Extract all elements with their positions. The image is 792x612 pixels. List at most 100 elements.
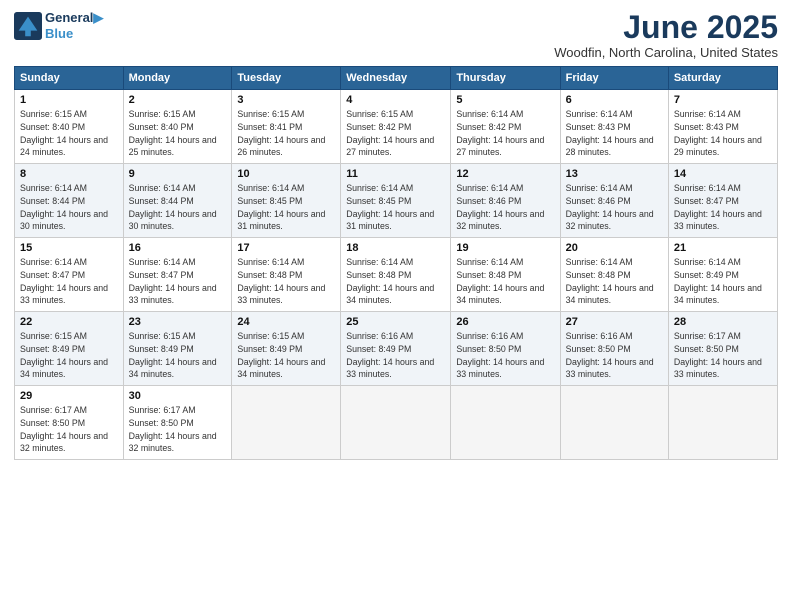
day-number: 13 [566, 168, 663, 180]
calendar-week-row: 22 Sunrise: 6:15 AMSunset: 8:49 PMDayligh… [15, 312, 778, 386]
calendar-cell: 14 Sunrise: 6:14 AMSunset: 8:47 PMDayligh… [668, 164, 777, 238]
calendar-cell: 6 Sunrise: 6:14 AMSunset: 8:43 PMDaylight… [560, 90, 668, 164]
logo-icon [14, 12, 42, 40]
col-header-thursday: Thursday [451, 67, 560, 90]
col-header-sunday: Sunday [15, 67, 124, 90]
calendar-cell: 28 Sunrise: 6:17 AMSunset: 8:50 PMDayligh… [668, 312, 777, 386]
day-detail: Sunrise: 6:14 AMSunset: 8:46 PMDaylight:… [456, 182, 554, 233]
day-detail: Sunrise: 6:14 AMSunset: 8:49 PMDaylight:… [674, 256, 772, 307]
day-number: 16 [129, 242, 227, 254]
day-number: 3 [237, 94, 335, 106]
calendar-cell: 12 Sunrise: 6:14 AMSunset: 8:46 PMDayligh… [451, 164, 560, 238]
month-title: June 2025 [554, 10, 778, 45]
day-number: 5 [456, 94, 554, 106]
day-detail: Sunrise: 6:14 AMSunset: 8:48 PMDaylight:… [566, 256, 663, 307]
calendar-cell: 17Sunrise: 6:14 AMSunset: 8:48 PMDayligh… [232, 238, 341, 312]
day-number: 28 [674, 316, 772, 328]
day-number: 6 [566, 94, 663, 106]
calendar-cell: 11 Sunrise: 6:14 AMSunset: 8:45 PMDayligh… [341, 164, 451, 238]
calendar-week-row: 15 Sunrise: 6:14 AMSunset: 8:47 PMDayligh… [15, 238, 778, 312]
logo: General▶ Blue [14, 10, 103, 41]
logo-text: General▶ Blue [45, 10, 103, 41]
calendar-cell: 30 Sunrise: 6:17 AMSunset: 8:50 PMDayligh… [123, 386, 232, 460]
day-detail: Sunrise: 6:14 AMSunset: 8:45 PMDaylight:… [237, 182, 335, 233]
day-detail: Sunrise: 6:14 AMSunset: 8:44 PMDaylight:… [20, 182, 118, 233]
day-number: 21 [674, 242, 772, 254]
calendar-cell [560, 386, 668, 460]
day-number: 12 [456, 168, 554, 180]
day-number: 19 [456, 242, 554, 254]
day-number: 2 [129, 94, 227, 106]
day-number: 8 [20, 168, 118, 180]
day-number: 11 [346, 168, 445, 180]
day-number: 25 [346, 316, 445, 328]
day-detail: Sunrise: 6:16 AMSunset: 8:50 PMDaylight:… [566, 330, 663, 381]
day-detail: Sunrise: 6:14 AMSunset: 8:45 PMDaylight:… [346, 182, 445, 233]
calendar-cell: 22 Sunrise: 6:15 AMSunset: 8:49 PMDayligh… [15, 312, 124, 386]
calendar-cell: 23 Sunrise: 6:15 AMSunset: 8:49 PMDayligh… [123, 312, 232, 386]
day-number: 29 [20, 390, 118, 402]
day-detail: Sunrise: 6:14 AMSunset: 8:46 PMDaylight:… [566, 182, 663, 233]
calendar-cell: 15 Sunrise: 6:14 AMSunset: 8:47 PMDayligh… [15, 238, 124, 312]
col-header-wednesday: Wednesday [341, 67, 451, 90]
calendar-cell: 10 Sunrise: 6:14 AMSunset: 8:45 PMDayligh… [232, 164, 341, 238]
day-detail: Sunrise: 6:15 AMSunset: 8:40 PMDaylight:… [20, 108, 118, 159]
day-detail: Sunrise: 6:15 AMSunset: 8:42 PMDaylight:… [346, 108, 445, 159]
day-number: 1 [20, 94, 118, 106]
calendar-cell: 7 Sunrise: 6:14 AMSunset: 8:43 PMDaylight… [668, 90, 777, 164]
calendar-cell: 8 Sunrise: 6:14 AMSunset: 8:44 PMDaylight… [15, 164, 124, 238]
day-number: 26 [456, 316, 554, 328]
day-detail: Sunrise: 6:14 AMSunset: 8:47 PMDaylight:… [674, 182, 772, 233]
day-detail: Sunrise: 6:15 AMSunset: 8:49 PMDaylight:… [237, 330, 335, 381]
calendar-cell: 16 Sunrise: 6:14 AMSunset: 8:47 PMDayligh… [123, 238, 232, 312]
calendar-cell: 13 Sunrise: 6:14 AMSunset: 8:46 PMDayligh… [560, 164, 668, 238]
calendar-week-row: 29 Sunrise: 6:17 AMSunset: 8:50 PMDayligh… [15, 386, 778, 460]
day-number: 20 [566, 242, 663, 254]
calendar-cell: 2Sunrise: 6:15 AMSunset: 8:40 PMDaylight… [123, 90, 232, 164]
calendar-week-row: 8 Sunrise: 6:14 AMSunset: 8:44 PMDaylight… [15, 164, 778, 238]
day-detail: Sunrise: 6:17 AMSunset: 8:50 PMDaylight:… [674, 330, 772, 381]
day-detail: Sunrise: 6:14 AMSunset: 8:43 PMDaylight:… [674, 108, 772, 159]
day-detail: Sunrise: 6:14 AMSunset: 8:47 PMDaylight:… [20, 256, 118, 307]
calendar-cell: 24Sunrise: 6:15 AMSunset: 8:49 PMDayligh… [232, 312, 341, 386]
day-number: 22 [20, 316, 118, 328]
day-detail: Sunrise: 6:14 AMSunset: 8:47 PMDaylight:… [129, 256, 227, 307]
calendar-cell: 9 Sunrise: 6:14 AMSunset: 8:44 PMDaylight… [123, 164, 232, 238]
day-number: 23 [129, 316, 227, 328]
header: General▶ Blue June 2025 Woodfin, North C… [14, 10, 778, 60]
day-number: 14 [674, 168, 772, 180]
day-detail: Sunrise: 6:15 AMSunset: 8:41 PMDaylight:… [237, 108, 335, 159]
day-detail: Sunrise: 6:14 AMSunset: 8:48 PMDaylight:… [346, 256, 445, 307]
calendar-cell: 19 Sunrise: 6:14 AMSunset: 8:48 PMDayligh… [451, 238, 560, 312]
day-detail: Sunrise: 6:15 AMSunset: 8:49 PMDaylight:… [20, 330, 118, 381]
day-detail: Sunrise: 6:14 AMSunset: 8:43 PMDaylight:… [566, 108, 663, 159]
calendar-cell [232, 386, 341, 460]
col-header-tuesday: Tuesday [232, 67, 341, 90]
calendar-week-row: 1 Sunrise: 6:15 AMSunset: 8:40 PMDaylight… [15, 90, 778, 164]
day-detail: Sunrise: 6:17 AMSunset: 8:50 PMDaylight:… [20, 404, 118, 455]
location-title: Woodfin, North Carolina, United States [554, 45, 778, 60]
calendar-cell [451, 386, 560, 460]
day-detail: Sunrise: 6:14 AMSunset: 8:44 PMDaylight:… [129, 182, 227, 233]
day-number: 4 [346, 94, 445, 106]
calendar-cell: 3 Sunrise: 6:15 AMSunset: 8:41 PMDaylight… [232, 90, 341, 164]
calendar-cell [668, 386, 777, 460]
day-number: 10 [237, 168, 335, 180]
title-block: June 2025 Woodfin, North Carolina, Unite… [554, 10, 778, 60]
day-number: 18 [346, 242, 445, 254]
day-number: 17 [237, 242, 335, 254]
calendar-cell: 21 Sunrise: 6:14 AMSunset: 8:49 PMDayligh… [668, 238, 777, 312]
day-detail: Sunrise: 6:16 AMSunset: 8:49 PMDaylight:… [346, 330, 445, 381]
day-detail: Sunrise: 6:17 AMSunset: 8:50 PMDaylight:… [129, 404, 227, 455]
day-number: 9 [129, 168, 227, 180]
day-detail: Sunrise: 6:15 AMSunset: 8:49 PMDaylight:… [129, 330, 227, 381]
day-detail: Sunrise: 6:16 AMSunset: 8:50 PMDaylight:… [456, 330, 554, 381]
calendar-header-row: SundayMondayTuesdayWednesdayThursdayFrid… [15, 67, 778, 90]
day-number: 30 [129, 390, 227, 402]
page: General▶ Blue June 2025 Woodfin, North C… [0, 0, 792, 612]
day-detail: Sunrise: 6:14 AMSunset: 8:48 PMDaylight:… [456, 256, 554, 307]
col-header-monday: Monday [123, 67, 232, 90]
day-number: 15 [20, 242, 118, 254]
day-number: 7 [674, 94, 772, 106]
calendar-cell: 29 Sunrise: 6:17 AMSunset: 8:50 PMDayligh… [15, 386, 124, 460]
